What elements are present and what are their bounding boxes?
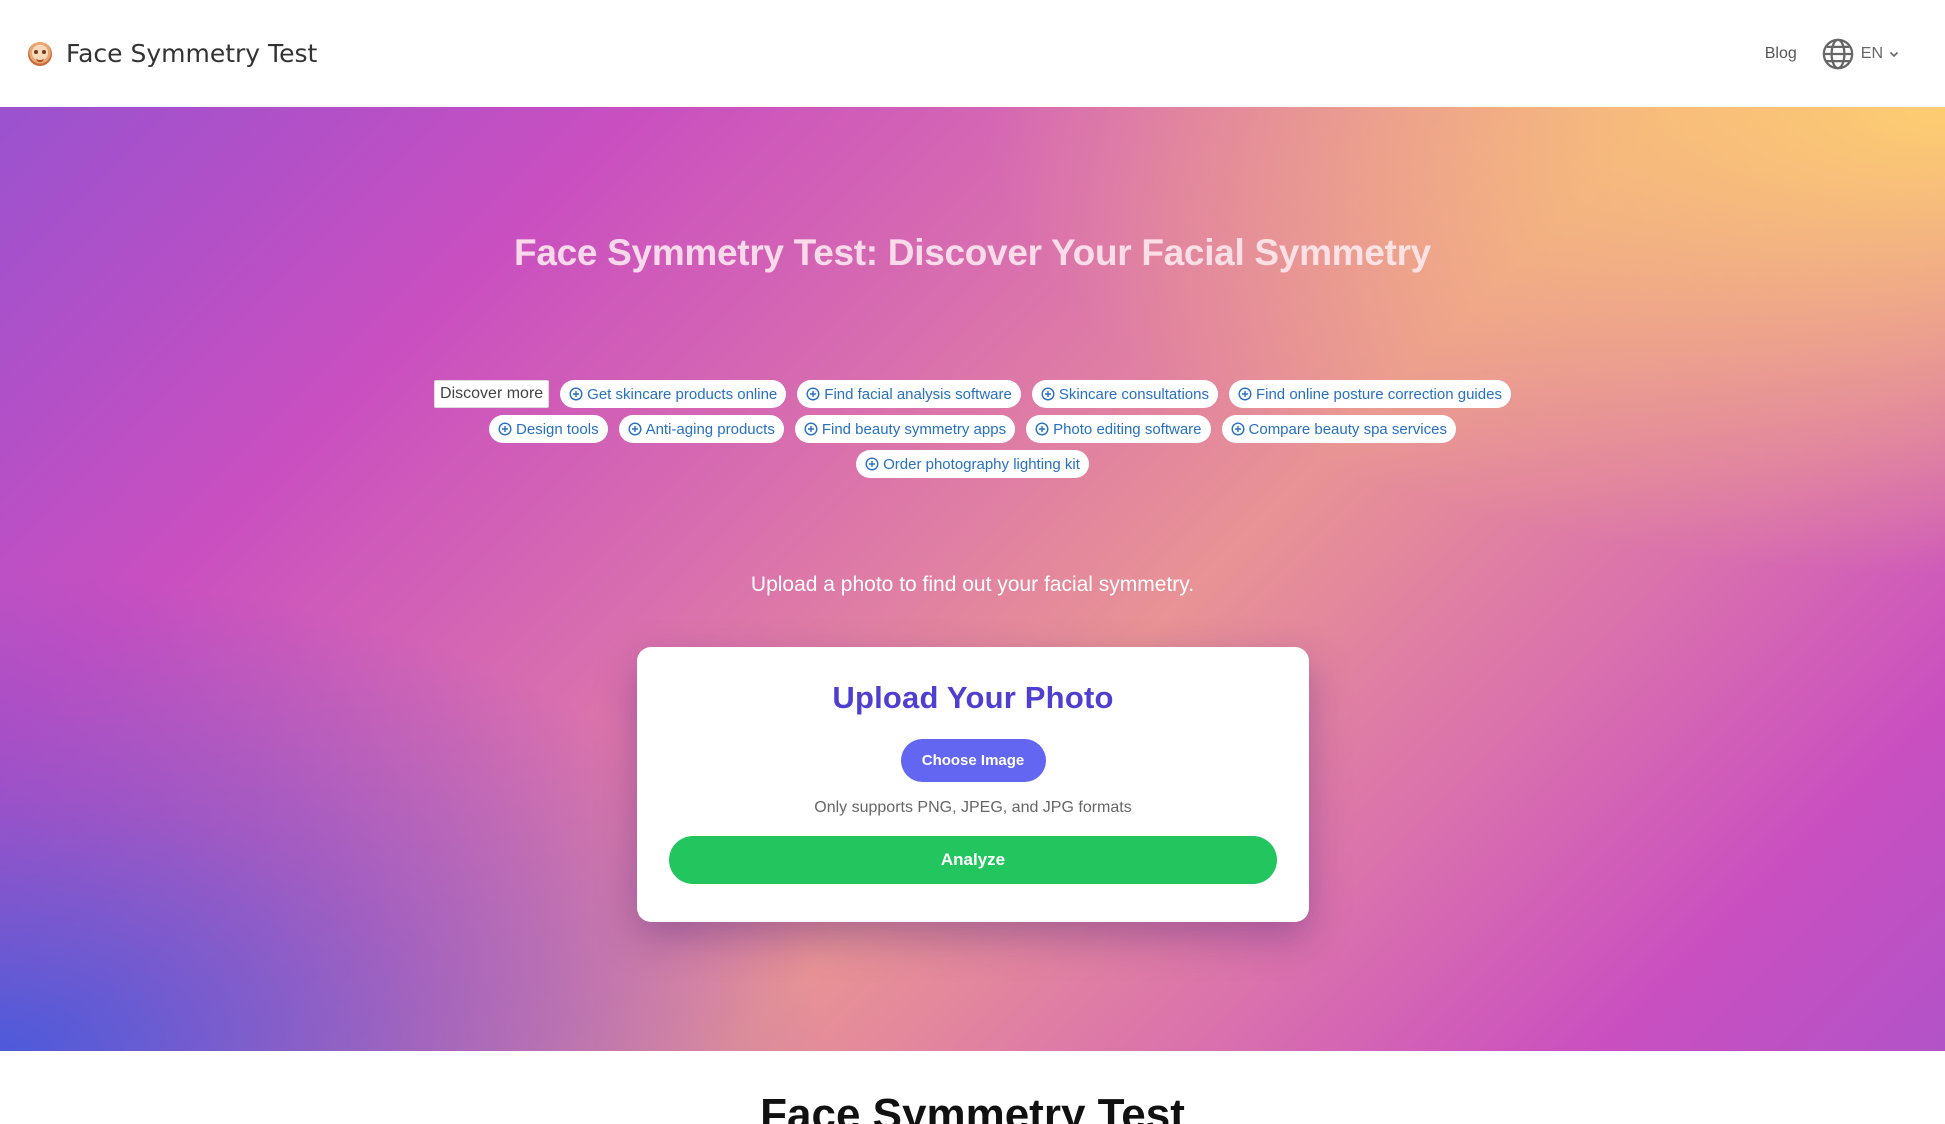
nav-blog-link[interactable]: Blog (1765, 45, 1797, 63)
language-code: EN (1860, 44, 1883, 62)
chevron-down-icon (1889, 51, 1899, 57)
site-header: Face Symmetry Test Blog EN (0, 0, 1945, 107)
chip-text: Photo editing software (1053, 420, 1202, 438)
chip-text: Anti-aging products (645, 420, 775, 438)
plus-circle-icon (1231, 422, 1245, 436)
chip-text: Find online posture correction guides (1255, 385, 1502, 403)
upload-card: Upload Your Photo Choose Image Only supp… (637, 647, 1309, 922)
discover-more-label: Discover more (434, 380, 550, 408)
plus-circle-icon (569, 387, 583, 401)
chip-photo-editing-software[interactable]: Photo editing software (1026, 415, 1211, 443)
chip-skincare-products[interactable]: Get skincare products online (560, 380, 787, 408)
brand-title: Face Symmetry Test (66, 39, 318, 68)
upload-card-title: Upload Your Photo (832, 680, 1114, 715)
plus-circle-icon (806, 387, 820, 401)
plus-circle-icon (1238, 387, 1252, 401)
plus-circle-icon (1035, 422, 1049, 436)
chip-beauty-symmetry-apps[interactable]: Find beauty symmetry apps (794, 415, 1016, 443)
format-hint: Only supports PNG, JPEG, and JPG formats (814, 799, 1132, 816)
hero-section: Face Symmetry Test: Discover Your Facial… (0, 107, 1945, 1051)
brand-link[interactable]: Face Symmetry Test (28, 39, 317, 68)
chip-text: Skincare consultations (1058, 385, 1209, 403)
plus-circle-icon (804, 422, 818, 436)
chip-posture-correction-guides[interactable]: Find online posture correction guides (1228, 380, 1511, 408)
chip-text: Compare beauty spa services (1248, 420, 1447, 438)
plus-circle-icon (628, 422, 642, 436)
section-title: Face Symmetry Test (760, 1090, 1185, 1124)
choose-image-button[interactable]: Choose Image (900, 739, 1046, 782)
analyze-button[interactable]: Analyze (669, 836, 1277, 884)
language-selector[interactable]: EN (1821, 37, 1899, 71)
plus-circle-icon (1041, 387, 1055, 401)
chip-text: Find beauty symmetry apps (821, 420, 1007, 438)
chip-text: Get skincare products online (587, 385, 778, 403)
discover-more-chips: Discover more Get skincare products onli… (390, 380, 1555, 478)
plus-circle-icon (498, 422, 512, 436)
chip-facial-analysis-software[interactable]: Find facial analysis software (797, 380, 1021, 408)
chip-anti-aging-products[interactable]: Anti-aging products (618, 415, 784, 443)
chip-design-tools[interactable]: Design tools (489, 415, 608, 443)
chip-photography-lighting-kit[interactable]: Order photography lighting kit (856, 450, 1089, 478)
hero-title: Face Symmetry Test: Discover Your Facial… (514, 232, 1431, 273)
chip-text: Find facial analysis software (824, 385, 1012, 403)
chip-skincare-consultations[interactable]: Skincare consultations (1031, 380, 1218, 408)
chip-text: Design tools (516, 420, 599, 438)
plus-circle-icon (865, 457, 879, 471)
chip-beauty-spa-services[interactable]: Compare beauty spa services (1221, 415, 1456, 443)
hero-subtitle: Upload a photo to find out your facial s… (750, 573, 1195, 596)
globe-icon (1822, 38, 1854, 69)
chip-text: Order photography lighting kit (883, 455, 1080, 473)
face-logo-icon (28, 41, 52, 66)
top-nav: Blog EN (1765, 37, 1899, 71)
